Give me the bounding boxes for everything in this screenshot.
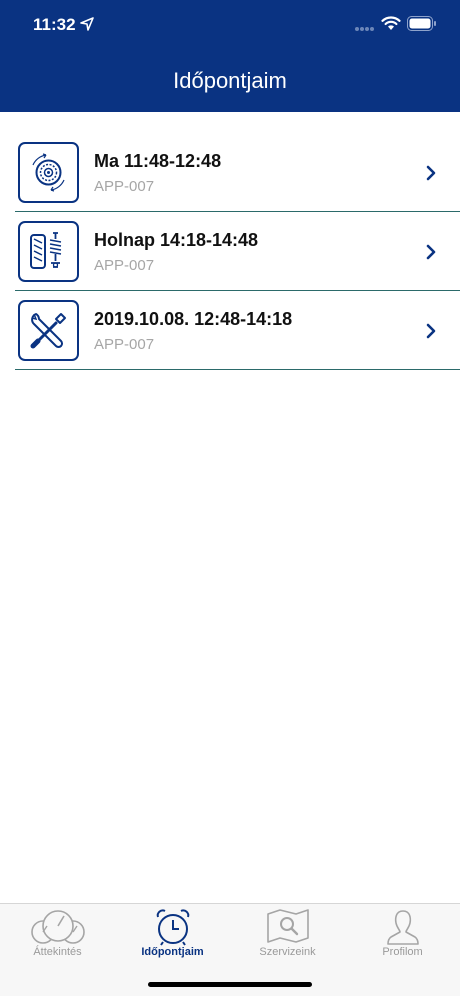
tire-suspension-icon (30, 232, 62, 269)
appointment-list: Ma 11:48-12:48 APP-007 Holnap 14:18-14:4… (15, 133, 460, 370)
app-header: 11:32 Időpontjaim (0, 0, 460, 112)
battery-icon (407, 16, 436, 31)
service-icon-box (18, 300, 79, 361)
appointment-code: APP-007 (94, 257, 155, 274)
appointment-code: APP-007 (94, 336, 155, 353)
tab-label: Profilom (382, 946, 423, 958)
appointment-row[interactable]: Ma 11:48-12:48 APP-007 (15, 133, 460, 212)
person-icon (386, 910, 419, 945)
status-bar: 11:32 (0, 0, 460, 50)
status-time: 11:32 (33, 15, 76, 34)
tab-szervizeink[interactable]: Szervizeink (230, 904, 345, 969)
alarm-clock-icon (156, 909, 189, 946)
gauges-icon (30, 910, 85, 944)
tab-label: Áttekintés (33, 946, 82, 958)
page-title: Időpontjaim (173, 68, 287, 93)
chevron-right-icon (426, 323, 436, 339)
appointment-time: 2019.10.08. 12:48-14:18 (94, 309, 293, 329)
home-indicator (148, 982, 312, 987)
tab-idopontjaim[interactable]: Időpontjaim (115, 904, 230, 969)
tab-label: Szervizeink (259, 946, 316, 958)
service-icon-box (18, 221, 79, 282)
tab-attekintes[interactable]: Áttekintés (0, 904, 115, 969)
cellular-signal-icon (355, 27, 374, 31)
chevron-right-icon (426, 244, 436, 260)
appointment-row[interactable]: Holnap 14:18-14:48 APP-007 (15, 212, 460, 291)
appointment-code: APP-007 (94, 178, 155, 195)
map-search-icon (266, 909, 309, 943)
location-arrow-icon (80, 17, 94, 31)
tab-profilom[interactable]: Profilom (345, 904, 460, 969)
tab-label: Időpontjaim (141, 946, 204, 958)
appointment-time: Ma 11:48-12:48 (94, 151, 222, 171)
wrench-screwdriver-icon (30, 313, 66, 349)
chevron-right-icon (426, 165, 436, 181)
wifi-icon (381, 16, 401, 30)
tire-rotation-icon (32, 153, 65, 192)
appointment-row[interactable]: 2019.10.08. 12:48-14:18 APP-007 (15, 291, 460, 370)
appointment-time: Holnap 14:18-14:48 (94, 230, 259, 250)
service-icon-box (18, 142, 79, 203)
